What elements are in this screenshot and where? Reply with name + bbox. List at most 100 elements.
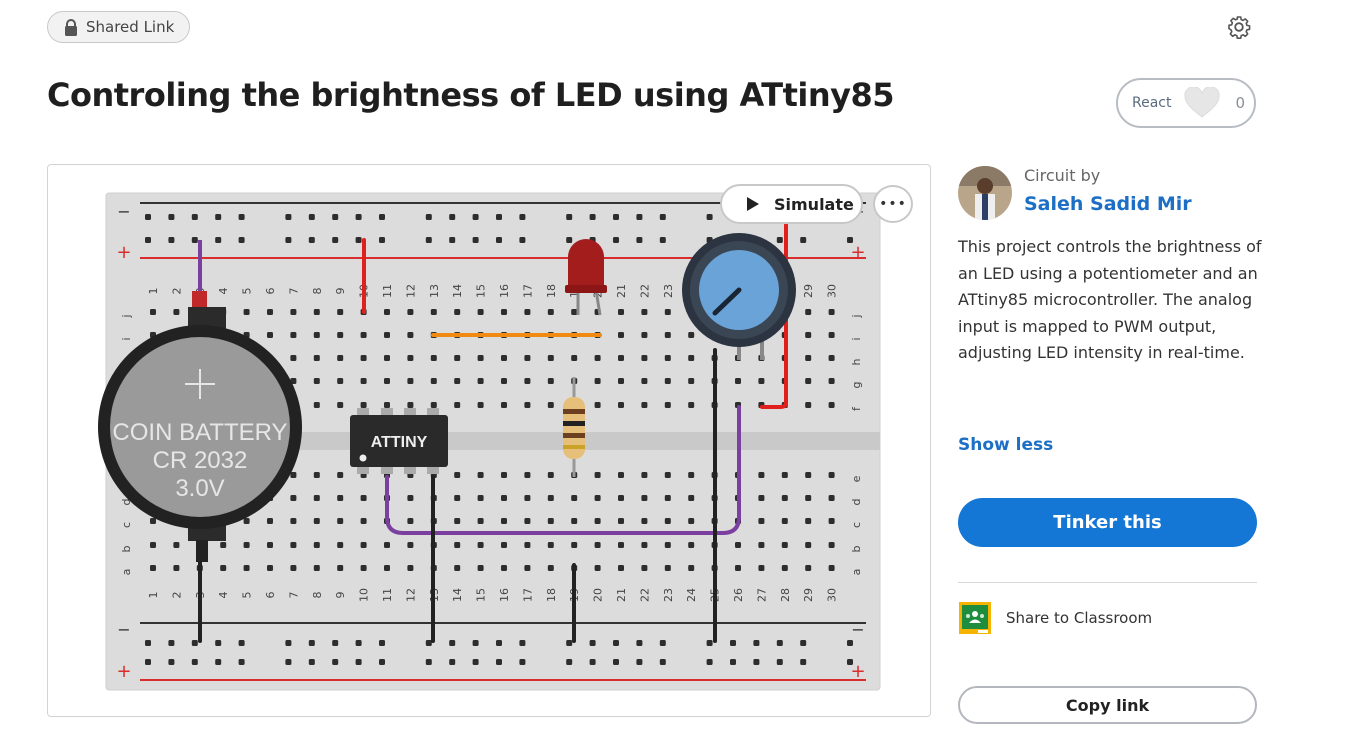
- breadboard-hole: [547, 542, 554, 548]
- breadboard-hole: [758, 495, 765, 501]
- row-letter: i: [850, 337, 863, 340]
- breadboard-hole: [828, 495, 835, 501]
- breadboard-hole: [758, 542, 765, 548]
- breadboard-hole: [191, 659, 198, 665]
- breadboard-hole: [613, 214, 619, 220]
- column-number: 21: [615, 284, 628, 298]
- breadboard-hole: [267, 518, 273, 524]
- breadboard-hole: [636, 214, 643, 220]
- row-letter: g: [850, 382, 863, 389]
- breadboard-hole: [618, 402, 624, 408]
- circuit-viewer[interactable]: 1122334455667788991010111112121313141415…: [47, 164, 931, 717]
- column-number: 17: [521, 588, 534, 602]
- breadboard-hole: [355, 214, 362, 220]
- tinker-this-button[interactable]: Tinker this: [958, 498, 1257, 547]
- breadboard-hole: [290, 542, 297, 548]
- react-button[interactable]: React 0: [1116, 78, 1256, 128]
- breadboard-hole: [243, 542, 250, 548]
- breadboard-hole: [618, 542, 624, 548]
- breadboard-hole: [659, 659, 666, 665]
- google-classroom-icon: [959, 602, 991, 634]
- breadboard-hole: [519, 659, 526, 665]
- lock-icon: [65, 18, 77, 36]
- column-number: 7: [287, 288, 300, 295]
- breadboard-hole: [618, 495, 624, 501]
- breadboard-hole: [332, 640, 339, 646]
- breadboard-hole: [524, 309, 531, 315]
- breadboard-hole: [618, 565, 624, 571]
- breadboard-hole: [477, 495, 484, 501]
- column-number: 15: [475, 588, 488, 602]
- breadboard-hole: [360, 355, 367, 361]
- breadboard-hole: [267, 565, 273, 571]
- breadboard-hole: [313, 472, 320, 478]
- share-to-classroom-button[interactable]: Share to Classroom: [958, 601, 1152, 635]
- breadboard-hole: [688, 332, 695, 338]
- breadboard-hole: [168, 659, 175, 665]
- settings-gear-icon[interactable]: [1227, 15, 1251, 39]
- breadboard-hole: [828, 309, 835, 315]
- breadboard-hole: [735, 565, 741, 571]
- breadboard-hole: [150, 518, 156, 524]
- row-letter: c: [120, 522, 133, 528]
- breadboard-hole: [290, 309, 297, 315]
- circuit-by-label: Circuit by: [1024, 166, 1101, 185]
- breadboard-hole: [524, 542, 531, 548]
- breadboard-hole: [379, 214, 385, 220]
- breadboard-hole: [524, 565, 531, 571]
- column-number: 29: [802, 284, 815, 298]
- author-avatar[interactable]: [958, 166, 1012, 220]
- breadboard-hole: [337, 402, 344, 408]
- breadboard-hole: [805, 332, 812, 338]
- show-less-link[interactable]: Show less: [958, 435, 1053, 455]
- column-number: 4: [217, 288, 230, 295]
- breadboard-hole: [290, 495, 297, 501]
- breadboard-hole: [501, 565, 507, 571]
- breadboard-hole: [332, 659, 339, 665]
- breadboard-hole: [285, 214, 292, 220]
- breadboard-hole: [290, 472, 297, 478]
- breadboard-hole: [337, 309, 344, 315]
- breadboard-hole: [501, 309, 507, 315]
- copy-link-button[interactable]: Copy link: [958, 686, 1257, 724]
- row-letter: e: [850, 475, 863, 482]
- breadboard-hole: [407, 355, 414, 361]
- breadboard-hole: [730, 640, 736, 646]
- breadboard-hole: [589, 640, 596, 646]
- breadboard-hole: [594, 495, 601, 501]
- breadboard-hole: [384, 565, 390, 571]
- breadboard-hole: [664, 309, 671, 315]
- column-number: 5: [241, 592, 254, 599]
- breadboard-hole: [641, 518, 648, 524]
- rail-plus-bl: +: [116, 661, 131, 682]
- breadboard-hole: [776, 659, 783, 665]
- breadboard-hole: [173, 542, 180, 548]
- column-number: 30: [826, 588, 839, 602]
- chip-label: ATTINY: [371, 434, 428, 451]
- simulate-button[interactable]: Simulate: [720, 184, 863, 224]
- breadboard-hole: [688, 542, 695, 548]
- column-number: 23: [662, 284, 675, 298]
- breadboard-hole: [285, 640, 292, 646]
- breadboard-hole: [454, 309, 461, 315]
- breadboard-hole: [594, 565, 601, 571]
- breadboard-hole: [337, 495, 344, 501]
- breadboard-hole: [688, 518, 695, 524]
- breadboard-hole: [454, 378, 461, 384]
- column-number: 4: [217, 592, 230, 599]
- breadboard-hole: [618, 518, 624, 524]
- more-options-button[interactable]: •••: [873, 185, 913, 223]
- row-letter: a: [850, 569, 863, 576]
- rail-plus-tl: +: [116, 242, 131, 263]
- breadboard-hole: [688, 402, 695, 408]
- column-number: 22: [638, 588, 651, 602]
- shared-link-badge[interactable]: Shared Link: [47, 11, 190, 43]
- column-number: 1: [147, 592, 160, 599]
- breadboard-hole: [449, 237, 456, 243]
- breadboard-hole: [730, 659, 736, 665]
- breadboard-hole: [215, 214, 222, 220]
- breadboard-hole: [613, 659, 619, 665]
- breadboard-hole: [430, 309, 437, 315]
- author-name-link[interactable]: Saleh Sadid Mir: [1024, 193, 1192, 215]
- breadboard-hole: [425, 237, 432, 243]
